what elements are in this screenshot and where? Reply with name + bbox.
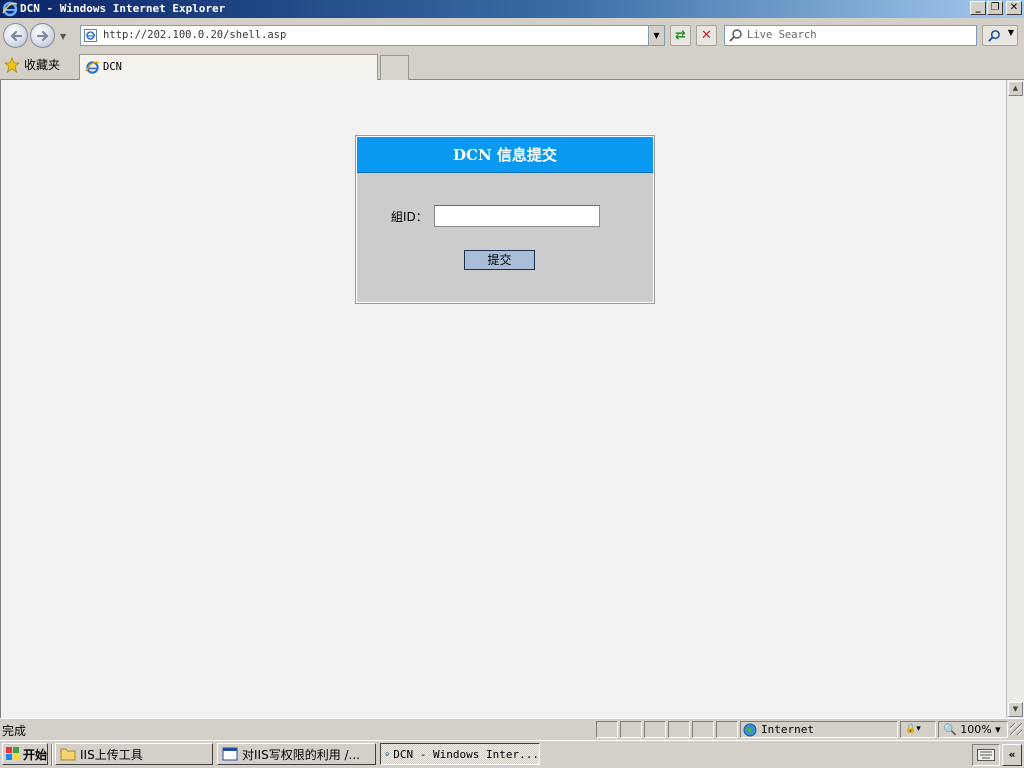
search-button[interactable]: ▼ — [982, 25, 1018, 46]
close-icon: ✕ — [1009, 2, 1019, 13]
stop-icon: ✕ — [701, 28, 712, 43]
tab-label: DCN — [103, 61, 122, 73]
tabs-bar: 收藏夹 DCN — [0, 52, 1024, 80]
task-label: IIS上传工具 — [80, 747, 143, 762]
scroll-down-button[interactable]: ▼ — [1008, 702, 1023, 717]
minimize-button[interactable]: _ — [970, 1, 986, 15]
url-text: http://202.100.0.20/shell.asp — [103, 29, 287, 41]
address-dropdown-button[interactable]: ▼ — [648, 26, 664, 45]
ie-tab-icon — [85, 61, 100, 74]
windows-logo-icon — [6, 747, 19, 760]
ie-task-icon — [385, 752, 390, 756]
resize-grip[interactable] — [1010, 723, 1022, 735]
navigation-bar: ▼ http://202.100.0.20/shell.asp ▼ ⇄ ✕ Li… — [0, 18, 1024, 52]
zoom-dropdown-icon: ▾ — [995, 723, 1001, 736]
address-bar[interactable]: http://202.100.0.20/shell.asp ▼ — [80, 25, 665, 46]
vertical-scrollbar[interactable]: ▲ ▼ — [1006, 80, 1024, 718]
panel-header: DCN 信息提交 — [357, 137, 653, 173]
folder-icon — [60, 748, 76, 761]
refresh-button[interactable]: ⇄ — [670, 25, 691, 46]
star-icon — [4, 56, 20, 73]
taskbar-separator — [51, 744, 53, 766]
group-id-label: 組ID： — [391, 210, 428, 224]
zoom-icon: 🔍 — [943, 723, 957, 736]
task-iis-write-permission[interactable]: 对IIS写权限的利用 /... — [217, 743, 376, 765]
back-button[interactable] — [3, 23, 28, 48]
search-go-icon — [988, 30, 1000, 42]
group-id-input[interactable] — [434, 205, 600, 227]
show-hidden-icons-button[interactable]: « — [1002, 744, 1022, 766]
taskbar: 开始 IIS上传工具 对IIS写权限的利用 /... DCN - Windows… — [0, 740, 1024, 768]
start-button[interactable]: 开始 — [2, 743, 48, 765]
system-tray — [972, 744, 1000, 766]
restore-button[interactable]: ❐ — [987, 1, 1003, 15]
ie-logo-icon — [2, 1, 18, 17]
double-chevron-left-icon: « — [1008, 748, 1016, 761]
status-segment — [596, 721, 618, 738]
favorites-button[interactable]: 收藏夹 — [4, 56, 60, 73]
search-icon — [729, 29, 742, 42]
start-label: 开始 — [23, 747, 48, 762]
protected-mode-button[interactable]: 🔒▾ — [900, 721, 936, 738]
forward-button[interactable] — [30, 23, 55, 48]
task-label: 对IIS写权限的利用 /... — [242, 747, 360, 762]
minimize-icon: _ — [975, 2, 981, 13]
zoom-level: 100% — [960, 723, 992, 736]
zone-label: Internet — [761, 723, 814, 736]
forward-arrow-icon — [36, 30, 49, 42]
status-segment — [692, 721, 714, 738]
submit-button[interactable]: 提交 — [464, 250, 535, 270]
search-box[interactable]: Live Search — [724, 25, 977, 46]
restore-icon: ❐ — [990, 2, 1000, 13]
close-button[interactable]: ✕ — [1006, 1, 1022, 15]
window-icon — [222, 747, 238, 761]
status-text: 完成 — [2, 724, 27, 738]
refresh-icon: ⇄ — [675, 28, 686, 43]
stop-button[interactable]: ✕ — [696, 25, 717, 46]
status-bar: 完成 Internet 🔒▾ 🔍 100% ▾ — [0, 718, 1024, 740]
status-segment — [668, 721, 690, 738]
new-tab-button[interactable] — [380, 55, 409, 80]
search-options-dropdown-icon: ▼ — [1007, 28, 1014, 37]
back-arrow-icon — [10, 30, 23, 42]
window-title: DCN - Windows Internet Explorer — [20, 2, 226, 15]
protected-mode-icon: 🔒▾ — [905, 724, 921, 734]
search-placeholder: Live Search — [747, 29, 817, 41]
status-segment — [620, 721, 642, 738]
task-iis-upload-tool[interactable]: IIS上传工具 — [55, 743, 213, 765]
status-segment — [644, 721, 666, 738]
status-segment — [716, 721, 738, 738]
zoom-button[interactable]: 🔍 100% ▾ — [938, 721, 1008, 738]
globe-icon — [743, 723, 757, 737]
scroll-up-button[interactable]: ▲ — [1008, 81, 1023, 96]
page-icon — [84, 29, 97, 42]
title-bar: DCN - Windows Internet Explorer _ ❐ ✕ — [0, 0, 1024, 18]
tab-dcn[interactable]: DCN — [79, 54, 378, 80]
task-label: DCN - Windows Inter... — [393, 747, 539, 761]
security-zone[interactable]: Internet — [740, 721, 898, 738]
favorites-label: 收藏夹 — [24, 58, 61, 72]
info-submit-panel: DCN 信息提交 組ID： 提交 — [355, 135, 655, 304]
page-content: DCN 信息提交 組ID： 提交 — [0, 80, 1006, 718]
task-dcn-ie[interactable]: DCN - Windows Inter... — [380, 743, 540, 765]
keyboard-icon[interactable] — [977, 749, 995, 761]
history-dropdown-icon[interactable]: ▼ — [60, 32, 70, 41]
